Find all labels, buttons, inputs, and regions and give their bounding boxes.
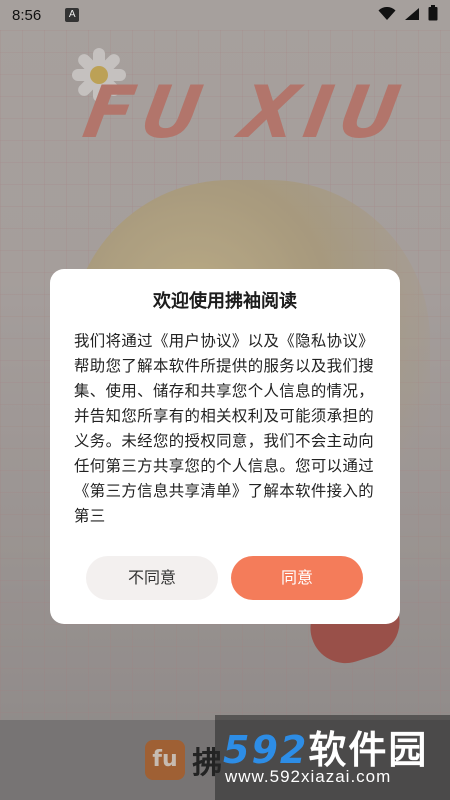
decline-button[interactable]: 不同意 [86,556,218,600]
screen: FU XIU fu 拂 8:56 A 欢迎使用拂袖阅读 我们将通过《用户协议》以… [0,0,450,800]
status-bar: 8:56 A [0,0,450,30]
watermark-cn: 软件园 [308,728,429,772]
signal-icon [404,6,420,25]
dialog-body-text[interactable]: 我们将通过《用户协议》以及《隐私协议》帮助您了解本软件所提供的服务以及我们搜集、… [74,329,376,539]
agree-button[interactable]: 同意 [231,556,363,600]
notification-indicator: A [65,8,80,22]
status-time: 8:56 [12,6,42,24]
watermark-number: 592 [223,728,309,772]
watermark-logo: 592软件园 [223,719,428,774]
battery-icon [428,5,438,25]
status-icons [378,5,438,25]
privacy-dialog: 欢迎使用拂袖阅读 我们将通过《用户协议》以及《隐私协议》帮助您了解本软件所提供的… [50,269,400,624]
watermark-url: www.592xiazai.com [225,767,392,786]
dialog-title: 欢迎使用拂袖阅读 [153,291,297,312]
wifi-icon [378,6,396,25]
watermark: 592软件园 www.592xiazai.com [215,715,450,800]
